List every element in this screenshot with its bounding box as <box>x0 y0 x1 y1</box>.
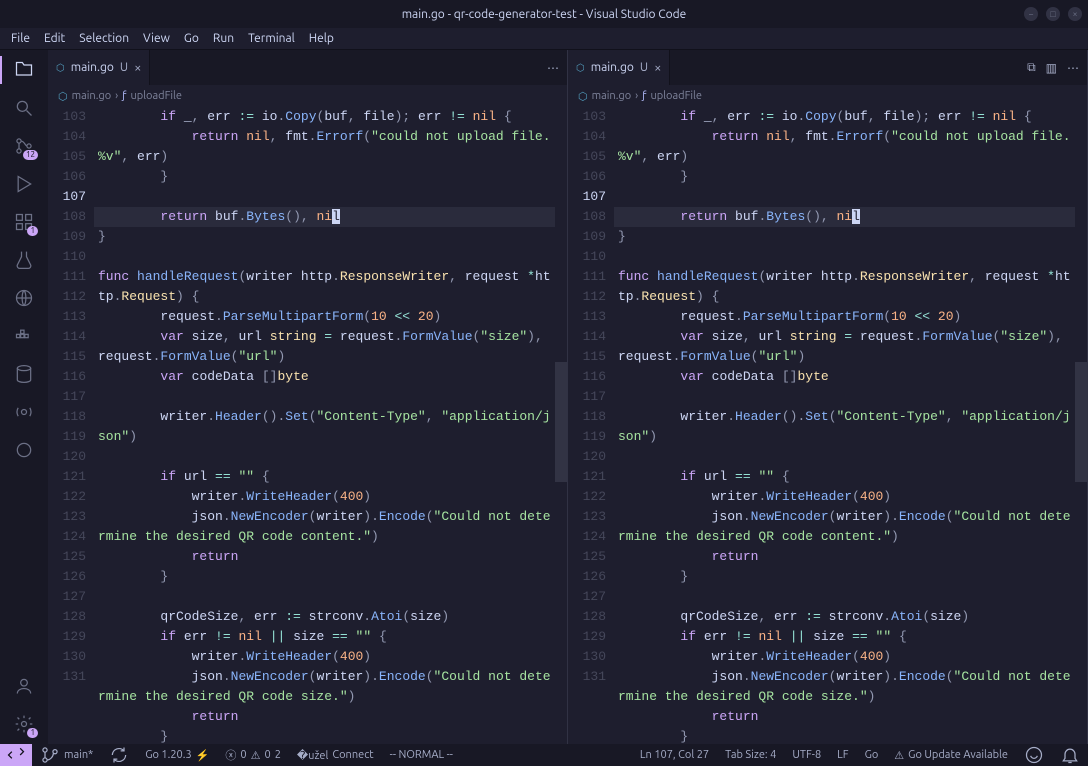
explorer-icon[interactable] <box>12 58 36 82</box>
editor-area: ⬡ main.go U × ⋯ ⬡ main.go › ƒ uploadFile 1… <box>48 50 1088 744</box>
scrollbar[interactable] <box>1075 107 1087 744</box>
scm-icon[interactable]: 12 <box>12 134 36 158</box>
status-vim-mode: -- NORMAL -- <box>382 749 461 761</box>
statusbar: main* Go 1.20.3 ⚡ ⓧ 0 ⚠ 0 2 �užel Connec… <box>0 744 1088 766</box>
tab-filename: main.go <box>71 61 114 74</box>
tab-actions: ⧉ ▥ ⋯ <box>1019 50 1087 85</box>
more-icon[interactable]: ⋯ <box>1067 61 1079 75</box>
crumb-symbol[interactable]: uploadFile <box>650 90 702 102</box>
ext-badge: 1 <box>27 226 38 236</box>
minimize-button[interactable]: − <box>1024 7 1038 21</box>
status-branch[interactable]: main* <box>32 745 101 765</box>
settings-badge: 1 <box>27 728 38 738</box>
menu-run[interactable]: Run <box>206 32 241 45</box>
settings-icon[interactable]: 1 <box>12 712 36 736</box>
code-editor[interactable]: 1031041051061071081091101111121131141151… <box>48 107 567 744</box>
status-position[interactable]: Ln 107, Col 27 <box>632 745 717 765</box>
chevron-icon: › <box>115 90 118 102</box>
titlebar: main.go - qr-code-generator-test - Visua… <box>0 0 1088 28</box>
tab-modified-indicator: U <box>640 61 648 74</box>
status-encoding[interactable]: UTF-8 <box>784 745 829 765</box>
search-icon[interactable] <box>12 96 36 120</box>
func-icon: ƒ <box>122 90 126 102</box>
menu-file[interactable]: File <box>4 32 37 45</box>
editor-pane-left: ⬡ main.go U × ⋯ ⬡ main.go › ƒ uploadFile 1… <box>48 50 568 744</box>
crumb-file[interactable]: main.go <box>592 90 632 102</box>
tab-close-icon[interactable]: × <box>134 61 141 75</box>
window-controls: − □ × <box>1024 7 1082 21</box>
menu-help[interactable]: Help <box>302 32 341 45</box>
remote-icon[interactable] <box>12 286 36 310</box>
menubar: File Edit Selection View Go Run Terminal… <box>0 28 1088 50</box>
more-icon[interactable]: ⋯ <box>547 61 559 75</box>
misc-icon[interactable] <box>12 438 36 462</box>
tab-actions: ⋯ <box>539 50 567 85</box>
status-lang[interactable]: Go <box>857 745 887 765</box>
crumb-symbol[interactable]: uploadFile <box>130 90 182 102</box>
status-problems[interactable]: ⓧ 0 ⚠ 0 2 <box>217 747 289 763</box>
line-gutter: 1031041051061071081091101111121131141151… <box>48 107 98 744</box>
close-button[interactable]: × <box>1068 7 1082 21</box>
go-file-icon: ⬡ <box>58 90 68 103</box>
editor-pane-right: ⬡ main.go U × ⧉ ▥ ⋯ ⬡ main.go › ƒ uploadFi… <box>568 50 1088 744</box>
tab-filename: main.go <box>591 61 634 74</box>
status-connect[interactable]: �užel Connect <box>289 749 382 762</box>
crumb-file[interactable]: main.go <box>72 90 112 102</box>
scrollbar[interactable] <box>555 107 567 744</box>
live-icon[interactable] <box>12 400 36 424</box>
menu-view[interactable]: View <box>136 32 177 45</box>
split-icon[interactable]: ▥ <box>1046 61 1057 75</box>
menu-go[interactable]: Go <box>177 32 206 45</box>
editor-tab[interactable]: ⬡ main.go U × <box>568 50 670 85</box>
window-title: main.go - qr-code-generator-test - Visua… <box>402 8 687 21</box>
extensions-icon[interactable]: 1 <box>12 210 36 234</box>
status-go-update[interactable]: ⚠ Go Update Available <box>886 745 1016 765</box>
editor-tab[interactable]: ⬡ main.go U × <box>48 50 150 85</box>
status-tabsize[interactable]: Tab Size: 4 <box>717 745 784 765</box>
menu-terminal[interactable]: Terminal <box>241 32 302 45</box>
chevron-icon: › <box>635 90 638 102</box>
status-eol[interactable]: LF <box>829 745 856 765</box>
scm-badge: 12 <box>23 150 38 160</box>
tab-close-icon[interactable]: × <box>654 61 661 75</box>
go-file-icon: ⬡ <box>578 90 588 103</box>
line-gutter: 1031041051061071081091101111121131141151… <box>568 107 618 744</box>
menu-edit[interactable]: Edit <box>37 32 72 45</box>
menu-selection[interactable]: Selection <box>72 32 136 45</box>
status-go-version[interactable]: Go 1.20.3 ⚡ <box>137 749 217 762</box>
test-icon[interactable] <box>12 248 36 272</box>
remote-indicator[interactable] <box>0 744 32 766</box>
status-sync[interactable] <box>101 745 137 765</box>
status-feedback[interactable] <box>1016 745 1052 765</box>
tab-modified-indicator: U <box>120 61 128 74</box>
go-file-icon: ⬡ <box>56 62 65 74</box>
compare-icon[interactable]: ⧉ <box>1027 61 1036 75</box>
maximize-button[interactable]: □ <box>1046 7 1060 21</box>
debug-icon[interactable] <box>12 172 36 196</box>
func-icon: ƒ <box>642 90 646 102</box>
database-icon[interactable] <box>12 362 36 386</box>
code-editor[interactable]: 1031041051061071081091101111121131141151… <box>568 107 1087 744</box>
account-icon[interactable] <box>12 674 36 698</box>
docker-icon[interactable] <box>12 324 36 348</box>
go-file-icon: ⬡ <box>576 62 585 74</box>
activity-bar: 12 1 1 <box>0 50 48 744</box>
status-bell[interactable] <box>1052 745 1088 765</box>
